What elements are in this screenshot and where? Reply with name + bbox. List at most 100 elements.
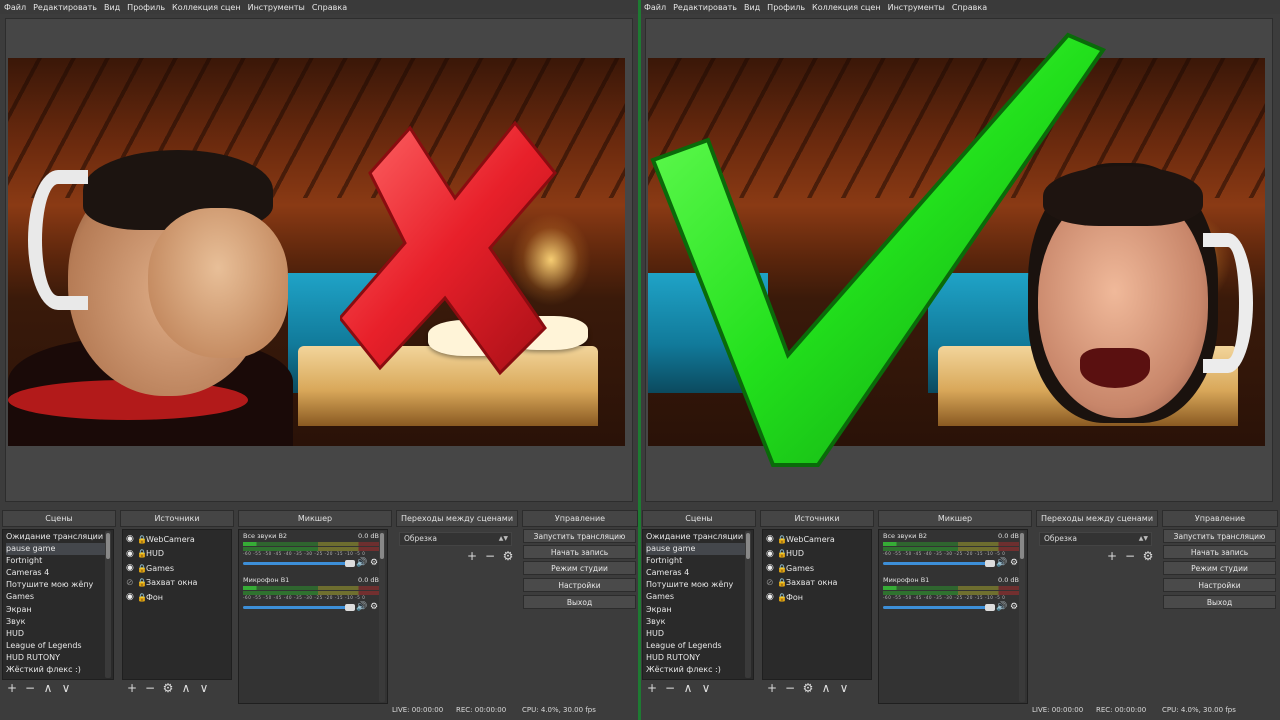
- scenes-scrollbar[interactable]: [105, 531, 111, 678]
- scene-item-selected[interactable]: pause game: [6, 543, 110, 556]
- scene-item[interactable]: Экран: [646, 604, 750, 616]
- menu-help[interactable]: Справка: [952, 3, 987, 12]
- settings-button[interactable]: Настройки: [1163, 578, 1276, 592]
- remove-transition-icon[interactable]: −: [1124, 549, 1136, 563]
- lock-icon[interactable]: 🔒: [137, 593, 147, 602]
- source-row[interactable]: ◉ 🔒 Games: [763, 561, 871, 576]
- add-transition-icon[interactable]: +: [466, 549, 478, 563]
- menu-edit[interactable]: Редактировать: [673, 3, 737, 12]
- mixer-scrollbar[interactable]: [1019, 531, 1025, 702]
- eye-icon[interactable]: ◉: [126, 563, 137, 573]
- volume-slider[interactable]: [883, 559, 995, 567]
- eye-icon[interactable]: ◉: [766, 592, 777, 602]
- remove-scene-icon[interactable]: −: [24, 681, 36, 695]
- eye-icon[interactable]: ◉: [766, 563, 777, 573]
- eye-icon[interactable]: ◉: [766, 534, 777, 544]
- lock-icon[interactable]: 🔒: [137, 564, 147, 573]
- gear-icon[interactable]: ⚙: [1009, 602, 1019, 612]
- gear-icon[interactable]: ⚙: [369, 558, 379, 568]
- exit-button[interactable]: Выход: [523, 595, 636, 609]
- remove-source-icon[interactable]: −: [784, 681, 796, 695]
- menu-view[interactable]: Вид: [744, 3, 760, 12]
- lock-icon[interactable]: 🔒: [777, 564, 787, 573]
- scene-item[interactable]: HUD: [6, 628, 110, 640]
- scene-item[interactable]: Экран: [6, 604, 110, 616]
- source-row[interactable]: ◉ 🔒 Games: [123, 561, 231, 576]
- scenes-scrollbar[interactable]: [745, 531, 751, 678]
- move-up-icon[interactable]: ∧: [42, 681, 54, 695]
- menu-file[interactable]: Файл: [4, 3, 26, 12]
- menu-scene-collection[interactable]: Коллекция сцен: [172, 3, 241, 12]
- menu-profile[interactable]: Профиль: [767, 3, 805, 12]
- move-down-icon[interactable]: ∨: [60, 681, 72, 695]
- menu-view[interactable]: Вид: [104, 3, 120, 12]
- remove-transition-icon[interactable]: −: [484, 549, 496, 563]
- scene-item[interactable]: Жёсткий флекс :): [6, 664, 110, 676]
- volume-slider[interactable]: [883, 603, 995, 611]
- eye-icon[interactable]: ◉: [126, 592, 137, 602]
- remove-scene-icon[interactable]: −: [664, 681, 676, 695]
- lock-icon[interactable]: 🔒: [137, 549, 147, 558]
- scene-item[interactable]: Звук: [6, 616, 110, 628]
- studio-mode-button[interactable]: Режим студии: [523, 561, 636, 575]
- scene-item[interactable]: HUD: [646, 628, 750, 640]
- move-up-icon[interactable]: ∧: [180, 681, 192, 695]
- eye-hidden-icon[interactable]: ⊘: [766, 578, 777, 588]
- scene-item[interactable]: Fortnight: [646, 555, 750, 567]
- scene-item[interactable]: Потушите мою жёпу: [646, 579, 750, 591]
- eye-icon[interactable]: ◉: [766, 549, 777, 559]
- studio-mode-button[interactable]: Режим студии: [1163, 561, 1276, 575]
- scene-item[interactable]: Games: [646, 591, 750, 603]
- lock-icon[interactable]: 🔒: [137, 535, 147, 544]
- lock-icon[interactable]: 🔒: [137, 578, 147, 587]
- source-row[interactable]: ◉ 🔒 Фон: [763, 590, 871, 605]
- scene-item[interactable]: HUD RUTONY: [6, 652, 110, 664]
- speaker-icon[interactable]: 🔊: [356, 602, 367, 612]
- add-scene-icon[interactable]: +: [646, 681, 658, 695]
- move-down-icon[interactable]: ∨: [198, 681, 210, 695]
- scene-item[interactable]: Потушите мою жёпу: [6, 579, 110, 591]
- scene-item[interactable]: Cameras 4: [6, 567, 110, 579]
- source-row[interactable]: ◉ 🔒 WebCamera: [763, 532, 871, 547]
- eye-icon[interactable]: ◉: [126, 549, 137, 559]
- menu-profile[interactable]: Профиль: [127, 3, 165, 12]
- lock-icon[interactable]: 🔒: [777, 593, 787, 602]
- add-source-icon[interactable]: +: [766, 681, 778, 695]
- eye-icon[interactable]: ◉: [126, 534, 137, 544]
- exit-button[interactable]: Выход: [1163, 595, 1276, 609]
- source-row[interactable]: ◉ 🔒 HUD: [763, 547, 871, 562]
- move-down-icon[interactable]: ∨: [700, 681, 712, 695]
- gear-icon[interactable]: ⚙: [369, 602, 379, 612]
- add-source-icon[interactable]: +: [126, 681, 138, 695]
- menu-help[interactable]: Справка: [312, 3, 347, 12]
- move-up-icon[interactable]: ∧: [682, 681, 694, 695]
- source-row[interactable]: ◉ 🔒 HUD: [123, 547, 231, 562]
- transition-select[interactable]: Обрезка ▲▼: [1039, 532, 1152, 546]
- menu-edit[interactable]: Редактировать: [33, 3, 97, 12]
- add-transition-icon[interactable]: +: [1106, 549, 1118, 563]
- volume-slider[interactable]: [243, 603, 355, 611]
- menu-tools[interactable]: Инструменты: [248, 3, 305, 12]
- settings-button[interactable]: Настройки: [523, 578, 636, 592]
- scene-item[interactable]: League of Legends: [646, 640, 750, 652]
- scene-item[interactable]: Звук: [646, 616, 750, 628]
- source-row[interactable]: ⊘ 🔒 Захват окна: [763, 576, 871, 591]
- source-row[interactable]: ⊘ 🔒 Захват окна: [123, 576, 231, 591]
- gear-icon[interactable]: ⚙: [1142, 549, 1154, 563]
- gear-icon[interactable]: ⚙: [162, 681, 174, 695]
- speaker-icon[interactable]: 🔊: [356, 558, 367, 568]
- source-row[interactable]: ◉ 🔒 WebCamera: [123, 532, 231, 547]
- scene-item[interactable]: Ожидание трансляции: [646, 531, 750, 543]
- gear-icon[interactable]: ⚙: [502, 549, 514, 563]
- scene-item[interactable]: Cameras 4: [646, 567, 750, 579]
- lock-icon[interactable]: 🔒: [777, 535, 787, 544]
- volume-slider[interactable]: [243, 559, 355, 567]
- scene-item-selected[interactable]: pause game: [646, 543, 750, 556]
- move-down-icon[interactable]: ∨: [838, 681, 850, 695]
- mixer-scrollbar[interactable]: [379, 531, 385, 702]
- gear-icon[interactable]: ⚙: [1009, 558, 1019, 568]
- transition-select[interactable]: Обрезка ▲▼: [399, 532, 512, 546]
- move-up-icon[interactable]: ∧: [820, 681, 832, 695]
- start-streaming-button[interactable]: Запустить трансляцию: [1163, 529, 1276, 543]
- gear-icon[interactable]: ⚙: [802, 681, 814, 695]
